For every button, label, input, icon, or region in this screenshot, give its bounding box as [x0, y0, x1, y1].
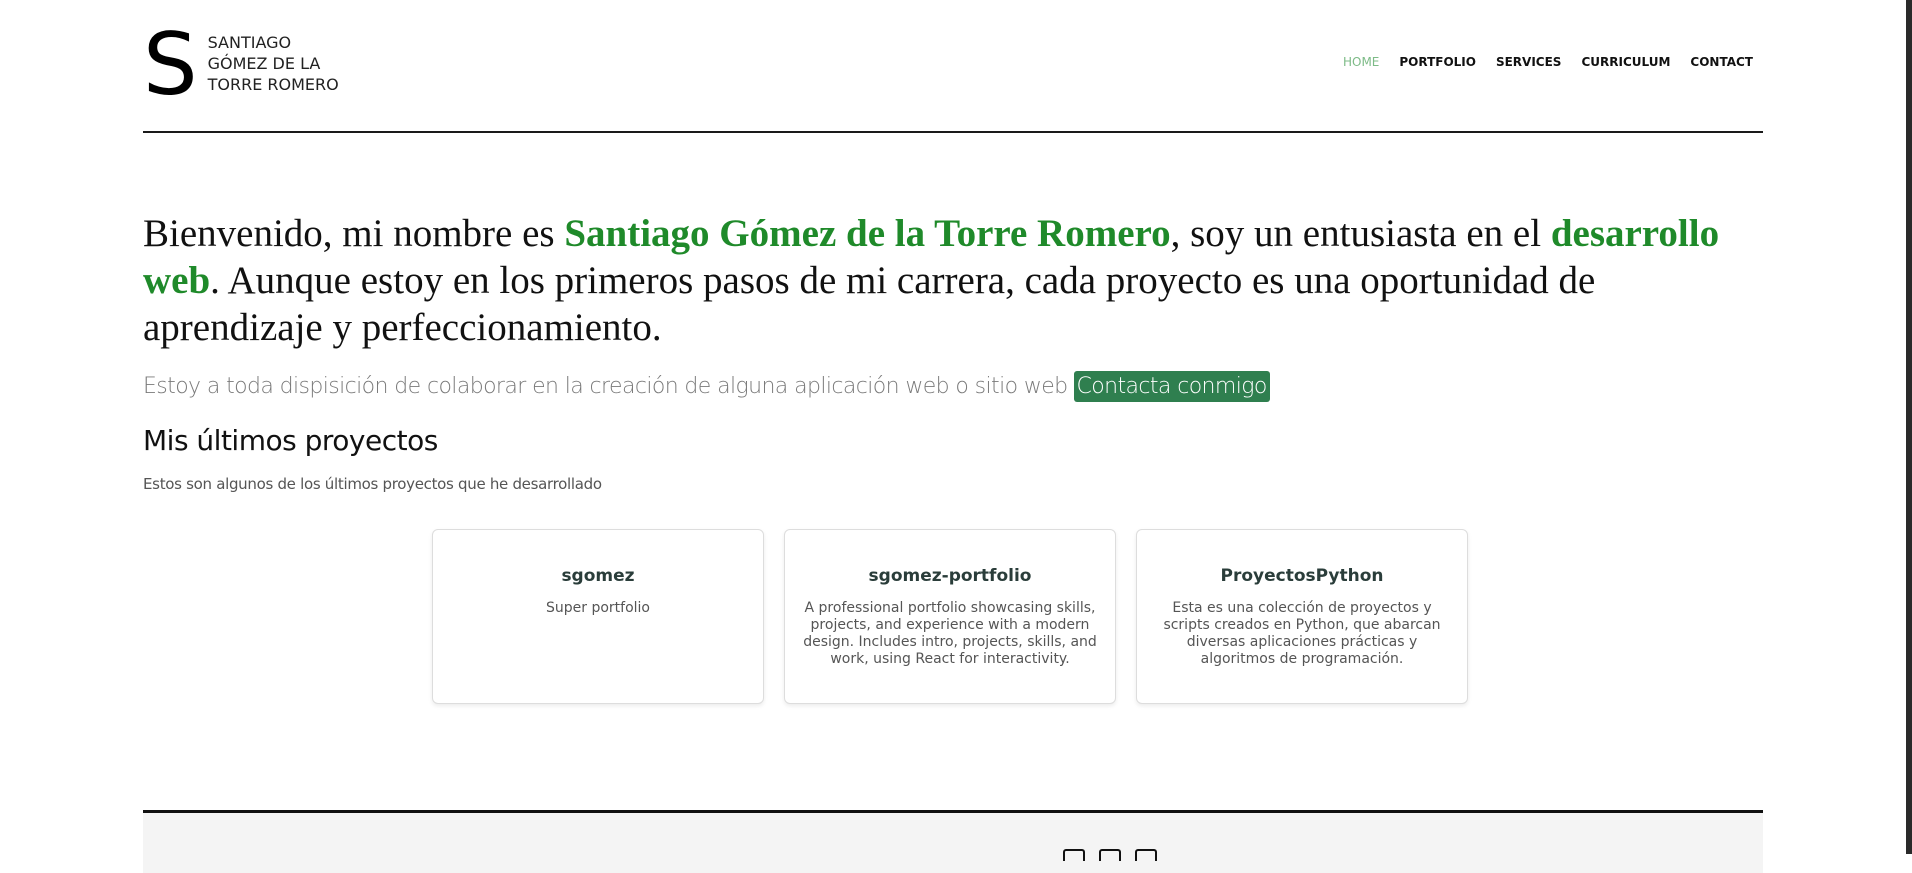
site-footer	[143, 810, 1763, 873]
hero-text-part: Bienvenido, mi nombre es	[143, 212, 565, 255]
lead-text: Estoy a toda dispisición de colaborar en…	[143, 374, 1068, 399]
project-card[interactable]: ProyectosPython Esta es una colección de…	[1136, 529, 1468, 704]
logo-name: SANTIAGO GÓMEZ DE LA TORRE ROMERO	[208, 22, 358, 95]
project-card[interactable]: sgomez-portfolio A professional portfoli…	[784, 529, 1116, 704]
footer-social-icons	[1063, 849, 1157, 861]
project-card-description: A professional portfolio showcasing skil…	[803, 600, 1097, 667]
instagram-icon[interactable]	[1063, 849, 1085, 861]
nav-services-link[interactable]: SERVICES	[1496, 55, 1561, 69]
hero-name-highlight: Santiago Gómez de la Torre Romero	[564, 212, 1171, 255]
main-nav: HOME PORTFOLIO SERVICES CURRICULUM CONTA…	[1343, 55, 1753, 69]
nav-portfolio-link[interactable]: PORTFOLIO	[1399, 55, 1476, 69]
project-card-title: sgomez	[561, 566, 635, 586]
logo-name-line: TORRE ROMERO	[207, 75, 339, 94]
page-scrollbar[interactable]	[1906, 0, 1912, 854]
nav-home-link[interactable]: HOME	[1343, 55, 1379, 69]
projects-grid: sgomez Super portfolio sgomez-portfolio …	[432, 529, 1468, 704]
logo-name-line: SANTIAGO	[207, 33, 292, 52]
page-container: S SANTIAGO GÓMEZ DE LA TORRE ROMERO HOME…	[143, 0, 1763, 704]
site-logo[interactable]: S SANTIAGO GÓMEZ DE LA TORRE ROMERO	[143, 22, 358, 108]
project-card[interactable]: sgomez Super portfolio	[432, 529, 764, 704]
nav-contact-link[interactable]: CONTACT	[1690, 55, 1753, 69]
logo-name-line: GÓMEZ DE LA	[207, 54, 321, 73]
project-card-description: Super portfolio	[545, 600, 650, 616]
github-icon[interactable]	[1099, 849, 1121, 861]
project-card-title: sgomez-portfolio	[868, 566, 1032, 586]
project-card-description: Esta es una colección de proyectos y scr…	[1163, 600, 1441, 667]
logo-letter: S	[143, 15, 198, 115]
site-header: S SANTIAGO GÓMEZ DE LA TORRE ROMERO HOME…	[143, 0, 1763, 133]
hero-heading: Bienvenido, mi nombre es Santiago Gómez …	[143, 210, 1763, 351]
projects-subtitle: Estos son algunos de los últimos proyect…	[143, 475, 602, 493]
nav-curriculum-link[interactable]: CURRICULUM	[1581, 55, 1670, 69]
linkedin-icon[interactable]	[1135, 849, 1157, 861]
hero-text-part: . Aunque estoy en los primeros pasos de …	[143, 259, 1596, 349]
contact-button[interactable]: Contacta conmigo	[1073, 371, 1270, 402]
hero-lead: Estoy a toda dispisición de colaborar en…	[143, 371, 1270, 402]
projects-title: Mis últimos proyectos	[143, 424, 438, 457]
hero-text-part: , soy un entusiasta en el	[1170, 212, 1551, 255]
project-card-title: ProyectosPython	[1220, 566, 1384, 586]
